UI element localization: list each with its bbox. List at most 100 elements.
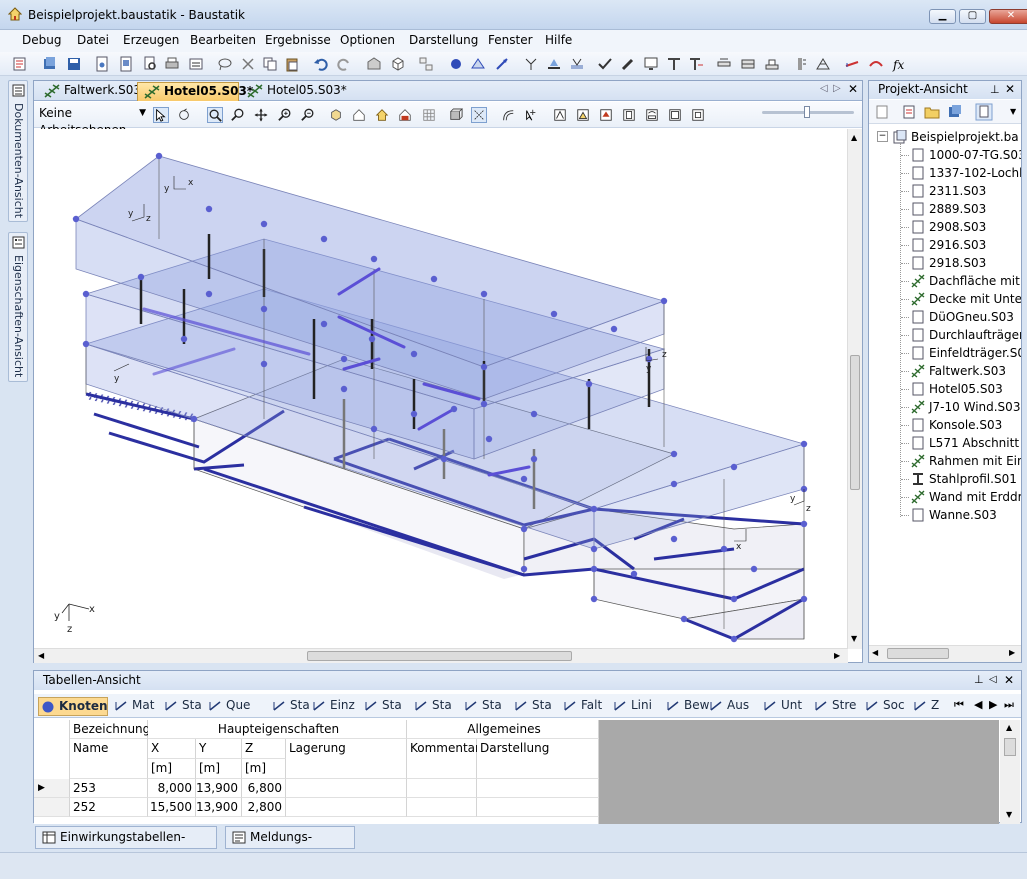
model-node[interactable]	[480, 363, 488, 371]
tab-hotel05-active[interactable]: Hotel05.S03*	[137, 82, 253, 101]
tab-einwirkungstabellen[interactable]: Einwirkungstabellen-Ansicht	[35, 826, 217, 865]
tree-item[interactable]: 2889.S03	[911, 201, 1021, 219]
row-selector[interactable]: ▶	[34, 779, 70, 798]
model-node[interactable]	[660, 297, 668, 305]
model-node[interactable]	[410, 410, 418, 418]
menu-debug[interactable]: Debug	[22, 33, 61, 47]
menu-optionen[interactable]: Optionen	[340, 33, 395, 47]
model-viewport[interactable]: yx zy zy yz y x x y z	[34, 129, 848, 649]
model-node[interactable]	[320, 235, 328, 243]
select-arrow-icon[interactable]	[153, 107, 169, 123]
tab-dokumenten-ansicht[interactable]: Dokumenten-Ansicht	[8, 80, 28, 222]
zoom-in-icon[interactable]	[277, 107, 293, 123]
model-node[interactable]	[340, 355, 348, 363]
table-scroll-thumb[interactable]	[1004, 738, 1016, 756]
table-tab[interactable]: Sta	[462, 697, 506, 716]
model-node[interactable]	[530, 455, 538, 463]
check-icon[interactable]	[597, 56, 613, 72]
model-node[interactable]	[670, 450, 678, 458]
cell-empty[interactable]	[477, 779, 599, 798]
cut-icon[interactable]	[240, 56, 256, 72]
redo-icon[interactable]	[336, 56, 352, 72]
model-node[interactable]	[645, 355, 653, 363]
model-node[interactable]	[680, 615, 688, 623]
model-node[interactable]	[590, 595, 598, 603]
close-panel-icon[interactable]: ✕	[1004, 671, 1014, 689]
beam-diagram-icon[interactable]	[470, 56, 486, 72]
model-node[interactable]	[730, 635, 738, 643]
tab-eigenschaften-ansicht[interactable]: Eigenschaften-Ansicht	[8, 232, 28, 382]
cell-y[interactable]: 13,900	[196, 798, 242, 817]
model-node[interactable]	[205, 290, 213, 298]
support-icon[interactable]	[546, 56, 562, 72]
table-tab[interactable]: Sta	[512, 697, 556, 716]
col-name[interactable]: Name	[70, 739, 148, 779]
col-x[interactable]: X	[148, 739, 196, 759]
lasso-icon[interactable]	[217, 56, 233, 72]
menu-hilfe[interactable]: Hilfe	[545, 33, 572, 47]
model-node[interactable]	[585, 380, 593, 388]
house-section-icon[interactable]	[397, 107, 413, 123]
tree-item[interactable]: Stahlprofil.S01	[911, 471, 1021, 489]
back-view-icon[interactable]	[644, 107, 660, 123]
page-icon[interactable]	[118, 56, 134, 72]
cell-empty[interactable]	[286, 779, 407, 798]
model-node[interactable]	[370, 425, 378, 433]
tree-item[interactable]: Decke mit Unter	[911, 291, 1021, 309]
model-node[interactable]	[340, 385, 348, 393]
paste-icon[interactable]	[284, 56, 300, 72]
model-node[interactable]	[480, 400, 488, 408]
model-node[interactable]	[370, 255, 378, 263]
menu-ergebnisse[interactable]: Ergebnisse	[265, 33, 331, 47]
table-vertical-scrollbar[interactable]: ▲ ▼	[1000, 720, 1020, 824]
tree-item[interactable]: 2916.S03	[911, 237, 1021, 255]
model-node[interactable]	[730, 595, 738, 603]
cell-y[interactable]: 13,900	[196, 779, 242, 798]
column-icon[interactable]	[792, 56, 808, 72]
menu-datei[interactable]: Datei	[77, 33, 109, 47]
col-y[interactable]: Y	[196, 739, 242, 759]
tab-hotel05-second[interactable]: Hotel05.S03*	[241, 82, 347, 101]
col-kommentar[interactable]: Kommentar	[407, 739, 480, 779]
tree-item[interactable]: 2908.S03	[911, 219, 1021, 237]
tab-faltwerk[interactable]: Faltwerk.S03	[38, 82, 141, 101]
side-view-icon[interactable]	[598, 107, 614, 123]
new-file-icon[interactable]	[874, 104, 890, 120]
view-3d-icon[interactable]	[390, 56, 406, 72]
save-icon[interactable]	[66, 56, 82, 72]
first-icon[interactable]: ⏮	[954, 698, 964, 712]
t-section-icon[interactable]	[666, 56, 682, 72]
tab-scroll-right-icon[interactable]: ▷	[833, 83, 841, 94]
copy-icon[interactable]	[262, 56, 278, 72]
table-tab[interactable]: Sta	[412, 697, 456, 716]
table-tab[interactable]: Sta	[270, 697, 310, 716]
document-icon[interactable]	[94, 56, 110, 72]
house-front-icon[interactable]	[351, 107, 367, 123]
project-horizontal-scrollbar[interactable]: ◀ ▶	[869, 645, 1021, 662]
model-icon[interactable]	[366, 56, 382, 72]
model-node[interactable]	[410, 350, 418, 358]
project-scroll-thumb[interactable]	[887, 648, 949, 659]
maximize-button[interactable]: ▢	[959, 9, 986, 24]
zoom-icon[interactable]	[230, 107, 246, 123]
network-icon[interactable]	[418, 56, 434, 72]
force-icon[interactable]	[494, 56, 510, 72]
wall-icon[interactable]	[740, 56, 756, 72]
folder-icon[interactable]	[924, 104, 940, 120]
model-node[interactable]	[180, 335, 188, 343]
scroll-down-icon[interactable]: ▼	[1006, 810, 1012, 819]
zoom-slider-track[interactable]	[762, 106, 854, 118]
model-node[interactable]	[800, 595, 808, 603]
cube-view-icon[interactable]	[328, 107, 344, 123]
tab-scroll-left-icon[interactable]: ◁	[820, 83, 828, 94]
node-icon[interactable]	[448, 56, 464, 72]
model-node[interactable]	[485, 435, 493, 443]
table-tab[interactable]: Soc	[863, 697, 907, 716]
table-tab[interactable]: Mat	[112, 697, 158, 716]
table-tab[interactable]: Stre	[812, 697, 858, 716]
cell-empty[interactable]	[407, 779, 477, 798]
menu-darstellung[interactable]: Darstellung	[409, 33, 478, 47]
viewport-horizontal-scrollbar[interactable]: ◀ ▶	[34, 648, 848, 663]
export-icon[interactable]	[188, 56, 204, 72]
model-node[interactable]	[82, 290, 90, 298]
